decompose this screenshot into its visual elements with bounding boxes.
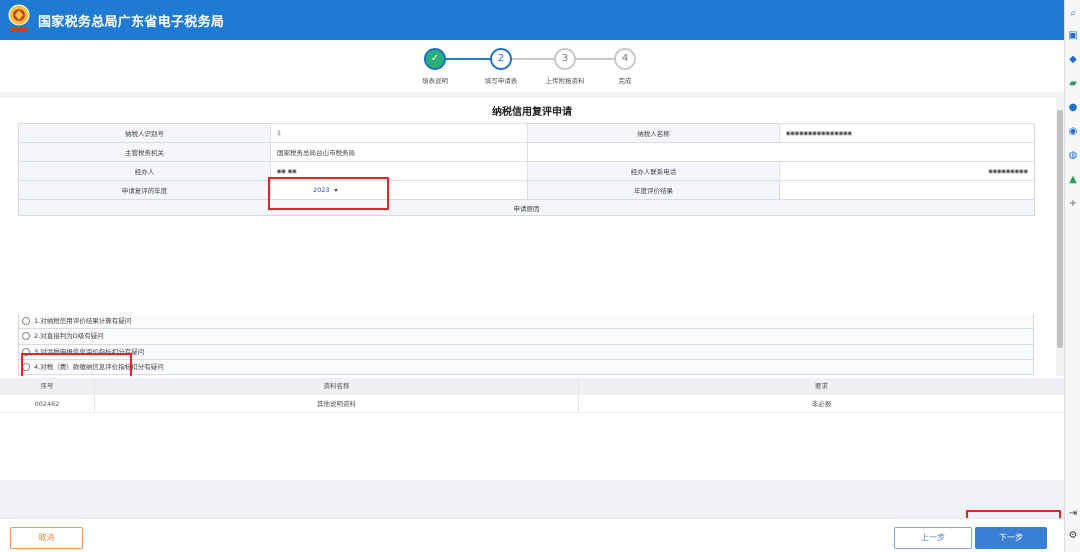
tax-authority-value: 国家税务总局台山市税务局 — [270, 142, 528, 162]
copilot-icon[interactable]: ◉ — [1067, 126, 1079, 138]
site-title: 国家税务总局广东省电子税务局 — [38, 15, 225, 30]
next-step-button[interactable]: 下一步 — [975, 527, 1047, 549]
taxpayer-name-label: 纳税人名称 — [527, 123, 780, 143]
tax-authority-label: 主管税务机关 — [18, 142, 271, 162]
cancel-button[interactable]: 取消 — [10, 527, 83, 549]
reason-option[interactable]: 4.对税（费）款缴纳信息评价指标扣分有疑问 — [18, 359, 1034, 376]
step-connector — [445, 58, 490, 60]
step-1-label: 填表说明 — [422, 77, 448, 85]
step-3-label: 上传附报资料 — [545, 77, 585, 85]
application-form-panel: 纳税信用复评申请 纳税人识别号 1 纳税人名称 ▪▪▪▪▪▪▪▪▪▪▪▪▪▪▪ … — [0, 98, 1064, 376]
col-header-seq: 序号 — [0, 378, 95, 395]
handler-phone-label: 经办人联系电话 — [527, 161, 780, 181]
progress-stepper: ✓ 2 3 4 填表说明 填写申请表 上传附报资料 完成 — [0, 40, 1064, 92]
footer-bar: 取消 上一步 下一步 — [0, 518, 1064, 552]
review-year-select[interactable]: 2023 — [270, 180, 528, 200]
seq-cell: 002462 — [0, 396, 95, 413]
attachments-table: 序号 资料名称 要求 002462 其他说明资料 非必报 — [0, 376, 1064, 480]
applicant-info-table: 纳税人识别号 1 纳税人名称 ▪▪▪▪▪▪▪▪▪▪▪▪▪▪▪ 主管税务机关 国家… — [18, 123, 1035, 216]
add-icon[interactable]: + — [1067, 198, 1079, 210]
table-row: 经办人 ▪▪ ▪▪ 经办人联系电话 ▪▪▪▪▪▪▪▪▪ — [18, 161, 1035, 181]
table-row: 申请复评的年度 2023 年度评价结果 — [18, 180, 1035, 200]
annual-result-value — [779, 180, 1035, 200]
table-header-row: 序号 资料名称 要求 — [0, 378, 1064, 395]
app-icon[interactable]: ▣ — [1067, 30, 1079, 42]
annual-result-label: 年度评价结果 — [527, 180, 780, 200]
diamond-icon[interactable]: ◆ — [1067, 54, 1079, 66]
caret-down-icon[interactable] — [333, 188, 338, 192]
outlook-icon[interactable]: ◍ — [1067, 150, 1079, 162]
reason-label: 4.对税（费）款缴纳信息评价指标扣分有疑问 — [34, 362, 164, 371]
table-row[interactable]: 002462 其他说明资料 非必报 — [0, 396, 1064, 413]
scrollbar[interactable] — [1056, 98, 1064, 376]
requirement-cell: 非必报 — [811, 400, 832, 408]
reason-label: 1.对纳税信用评价结果计算有疑问 — [34, 317, 132, 325]
tree-icon[interactable]: ▲ — [1067, 174, 1079, 186]
person-icon[interactable]: ● — [1067, 102, 1079, 114]
taxpayer-id-label: 纳税人识别号 — [18, 123, 271, 143]
right-toolbar: ⌕ ▣ ◆ ▰ ● ◉ ◍ ▲ + ⇥ ⚙ — [1064, 0, 1080, 552]
reason-option[interactable]: 2.对直接判为D级有疑问 — [18, 329, 1034, 345]
search-icon[interactable]: ⌕ — [1067, 8, 1079, 20]
review-year-label: 申请复评的年度 — [18, 180, 271, 200]
reason-option[interactable]: 3.对涉税申报信息评价指标扣分有疑问 — [18, 344, 1034, 360]
taxpayer-name-value: ▪▪▪▪▪▪▪▪▪▪▪▪▪▪▪ — [779, 123, 1035, 143]
reason-label: 2.对直接判为D级有疑问 — [34, 332, 104, 341]
form-title: 纳税信用复评申请 — [492, 107, 572, 118]
step-2-marker: 2 — [490, 48, 512, 70]
col-header-requirement: 要求 — [815, 382, 828, 390]
material-name-cell: 其他说明资料 — [95, 396, 579, 413]
radio-button[interactable] — [22, 362, 30, 371]
table-row: 纳税人识别号 1 纳税人名称 ▪▪▪▪▪▪▪▪▪▪▪▪▪▪▪ — [18, 123, 1035, 143]
handler-phone-value[interactable]: ▪▪▪▪▪▪▪▪▪ — [779, 161, 1035, 181]
col-header-name: 资料名称 — [95, 378, 579, 395]
scrollbar-thumb[interactable] — [1057, 110, 1063, 348]
settings-gear-icon[interactable]: ⚙ — [1067, 530, 1079, 542]
table-row: 申请原因 — [18, 199, 1035, 216]
step-connector — [576, 58, 614, 60]
radio-button[interactable] — [22, 317, 30, 325]
empty-cell — [527, 142, 1035, 162]
expand-icon[interactable]: ⇥ — [1067, 508, 1079, 520]
previous-step-button[interactable]: 上一步 — [894, 527, 972, 549]
shopping-icon[interactable]: ▰ — [1067, 78, 1079, 90]
radio-button[interactable] — [22, 332, 30, 341]
top-header: 国家税务总局广东省电子税务局 — [0, 0, 1064, 40]
step-1-check-icon: ✓ — [424, 48, 446, 70]
handler-value[interactable]: ▪▪ ▪▪ — [270, 161, 528, 181]
step-connector — [512, 58, 554, 60]
handler-label: 经办人 — [18, 161, 271, 181]
step-3-marker: 3 — [554, 48, 576, 70]
step-4-marker: 4 — [614, 48, 636, 70]
radio-button[interactable] — [22, 347, 30, 356]
reason-radio-list: 1.对纳税信用评价结果计算有疑问 2.对直接判为D级有疑问 3.对涉税申报信息评价指… — [18, 314, 1034, 376]
table-row: 主管税务机关 国家税务总局台山市税务局 — [18, 142, 1035, 162]
taxpayer-id-value: 1 — [270, 123, 528, 143]
step-4-label: 完成 — [618, 77, 632, 85]
tax-bureau-emblem-icon — [8, 4, 30, 32]
reason-section-header: 申请原因 — [18, 199, 1035, 216]
reason-label: 3.对涉税申报信息评价指标扣分有疑问 — [34, 347, 145, 356]
step-2-label: 填写申请表 — [484, 77, 518, 85]
review-year-value[interactable]: 2023 — [313, 186, 330, 194]
reason-option[interactable]: 1.对纳税信用评价结果计算有疑问 — [18, 314, 1034, 330]
